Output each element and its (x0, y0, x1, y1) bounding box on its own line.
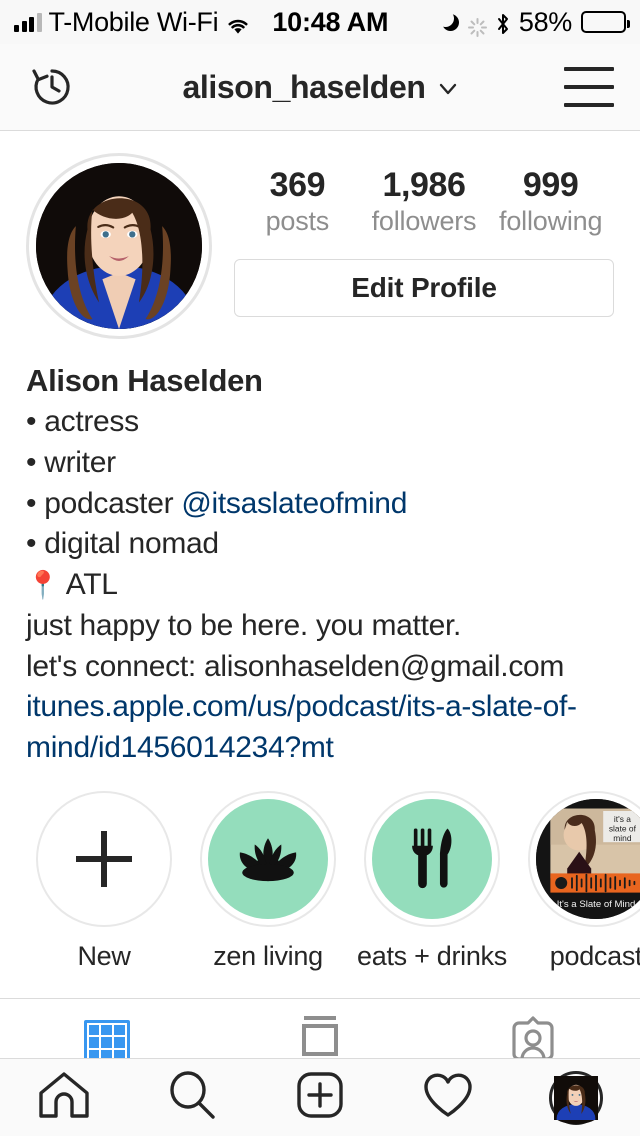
signal-bars-icon (14, 12, 42, 32)
following-count: 999 (522, 166, 579, 204)
username-switcher[interactable]: alison_haselden (0, 69, 640, 106)
bio-website-link[interactable]: itunes.apple.com/us/podcast/its-a-slate-… (26, 687, 614, 769)
wifi-icon (225, 12, 251, 34)
moon-dnd-icon (436, 9, 459, 31)
highlight-label: podcast (549, 941, 640, 972)
svg-text:it's a: it's a (614, 814, 631, 824)
bio-section: Alison Haselden • actress • writer • pod… (0, 339, 640, 769)
heart-icon (422, 1071, 474, 1124)
status-bar: T-Mobile Wi-Fi 10:48 AM 58% (0, 0, 640, 44)
plus-icon (76, 831, 132, 888)
svg-text:It's a Slate of Mind: It's a Slate of Mind (557, 899, 636, 910)
nav-new-post[interactable] (256, 1059, 384, 1136)
story-highlights-row: New zen living eats + drinks it's a slat… (0, 769, 640, 972)
avatar[interactable] (26, 153, 212, 339)
profile-header-section: 369 posts 1,986 followers 999 following … (0, 131, 640, 339)
following-label: following (499, 206, 603, 237)
highlight-label: eats + drinks (357, 941, 507, 972)
podcast-cover-thumbnail: it's a slate of mind It's a Slate of Min… (536, 799, 640, 920)
nav-activity[interactable] (384, 1059, 512, 1136)
nav-home[interactable] (0, 1059, 128, 1136)
clock-label: 10:48 AM (272, 6, 389, 37)
svg-text:mind: mind (613, 833, 632, 843)
archive-clock-icon[interactable] (26, 61, 78, 113)
posts-count: 369 (269, 166, 326, 204)
highlight-podcast[interactable]: it's a slate of mind It's a Slate of Min… (514, 791, 640, 972)
bio-podcaster-prefix: • podcaster (26, 486, 182, 520)
home-icon (38, 1071, 90, 1124)
profile-avatar-icon (549, 1070, 603, 1132)
highlight-label: New (77, 941, 131, 972)
highlight-eats-drinks[interactable]: eats + drinks (350, 791, 514, 972)
highlight-new[interactable]: New (22, 791, 186, 972)
username-label: alison_haselden (182, 68, 426, 105)
highlight-zen-living[interactable]: zen living (186, 791, 350, 972)
alarm-icon (467, 13, 487, 37)
bio-line-location: 📍 ATL (26, 565, 614, 606)
bio-contact: let's connect: alisonhaselden@gmail.com (26, 649, 565, 683)
full-name: Alison Haselden (26, 363, 263, 398)
followers-label: followers (371, 206, 477, 237)
nav-search[interactable] (128, 1059, 256, 1136)
svg-text:slate of: slate of (609, 823, 637, 833)
followers-count: 1,986 (382, 166, 466, 204)
nav-profile[interactable] (512, 1059, 640, 1136)
chevron-down-icon (438, 79, 458, 99)
battery-percent-label: 58% (518, 6, 572, 37)
posts-label: posts (265, 206, 330, 237)
location-pin-icon: 📍 (26, 570, 60, 601)
search-icon (167, 1070, 217, 1125)
bio-mention-link[interactable]: @itsaslateofmind (181, 487, 407, 520)
stat-posts[interactable]: 369 posts (234, 165, 361, 239)
edit-profile-button[interactable]: Edit Profile (234, 258, 614, 317)
profile-stats: 369 posts 1,986 followers 999 following (234, 165, 614, 239)
stat-followers[interactable]: 1,986 followers (361, 165, 488, 239)
carrier-label: T-Mobile Wi-Fi (48, 6, 219, 37)
bio-line-podcaster: • podcaster @itsaslateofmind (26, 484, 614, 525)
instagram-profile-screen: T-Mobile Wi-Fi 10:48 AM 58% alison_hasel… (0, 0, 640, 1136)
bio-tagline: just happy to be here. you matter. (26, 608, 462, 642)
bluetooth-icon (496, 11, 510, 34)
bio-line-nomad: • digital nomad (26, 527, 219, 561)
profile-nav-header: alison_haselden (0, 44, 640, 131)
bio-line-writer: • writer (26, 445, 116, 479)
bottom-tab-bar (0, 1058, 640, 1136)
lotus-icon (229, 832, 307, 887)
battery-icon (581, 11, 630, 33)
location-label: ATL (65, 568, 118, 602)
stat-following[interactable]: 999 following (487, 165, 614, 239)
cutlery-icon (406, 825, 458, 894)
highlight-label: zen living (213, 941, 323, 972)
hamburger-menu-icon[interactable] (564, 67, 614, 107)
plus-square-icon (296, 1071, 344, 1124)
bio-line-actress: • actress (26, 404, 139, 438)
